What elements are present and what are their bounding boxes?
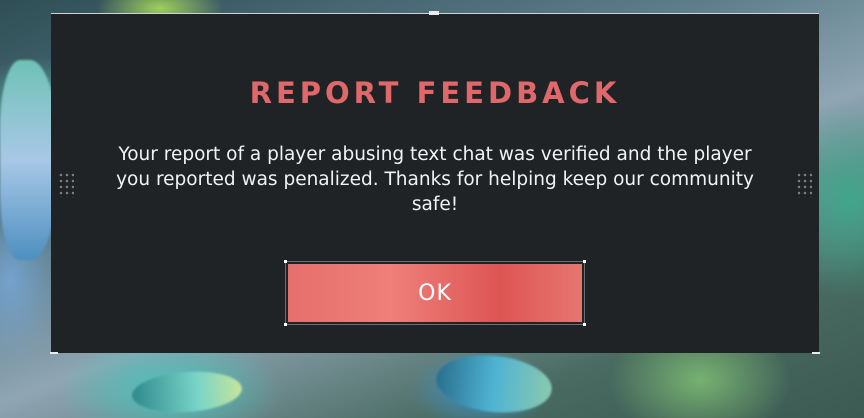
background-shoe-left — [130, 368, 244, 416]
dot-grid-decoration-right — [796, 172, 812, 198]
dialog-message: Your report of a player abusing text cha… — [116, 144, 754, 215]
background-shoe-right — [433, 350, 555, 418]
dialog-title: REPORT FEEDBACK — [249, 76, 621, 110]
dialog-corner-bottom-right — [812, 352, 820, 354]
dot-grid-decoration-left — [58, 172, 74, 198]
report-feedback-dialog: REPORT FEEDBACK Your report of a player … — [50, 11, 820, 354]
ok-button-frame: OK — [284, 260, 586, 326]
frame-corner — [284, 323, 287, 326]
frame-corner — [284, 260, 287, 263]
frame-corner — [583, 260, 586, 263]
dialog-top-marker — [429, 11, 439, 15]
dialog-corner-bottom-left — [50, 352, 58, 354]
ok-button[interactable]: OK — [288, 264, 582, 322]
frame-corner — [583, 323, 586, 326]
